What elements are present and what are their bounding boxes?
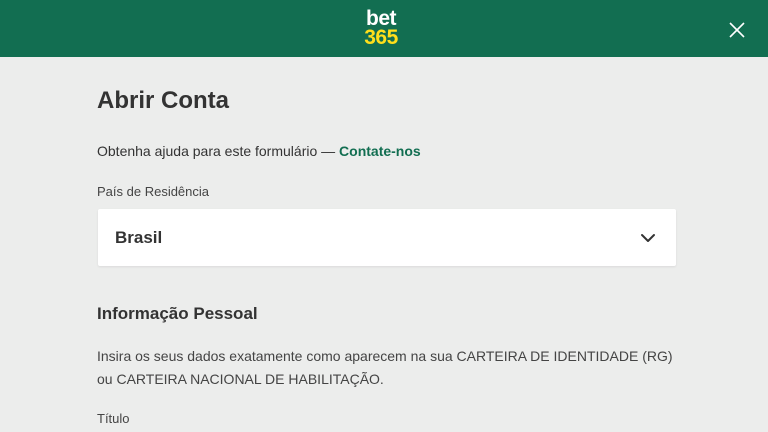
contact-us-link[interactable]: Contate-nos [339, 143, 421, 159]
page-title: Abrir Conta [97, 87, 229, 114]
country-selected-value: Brasil [115, 228, 163, 247]
instructions-text: Insira os seus dados exatamente como apa… [97, 348, 673, 387]
country-label: País de Residência [97, 184, 210, 199]
section-title-personal-info: Informação Pessoal [97, 304, 258, 323]
help-line: Obtenha ajuda para este formulário — Con… [97, 143, 421, 159]
title-field-label: Título [97, 411, 130, 426]
bet365-logo: bet 365 [359, 8, 403, 49]
help-text: Obtenha ajuda para este formulário — [97, 143, 340, 159]
close-icon [729, 22, 745, 38]
header-bar: bet 365 [0, 0, 768, 57]
close-button[interactable] [724, 17, 750, 43]
logo-text-bottom: 365 [364, 26, 398, 49]
country-select[interactable]: Brasil [98, 209, 676, 266]
chevron-down-icon [641, 234, 655, 242]
